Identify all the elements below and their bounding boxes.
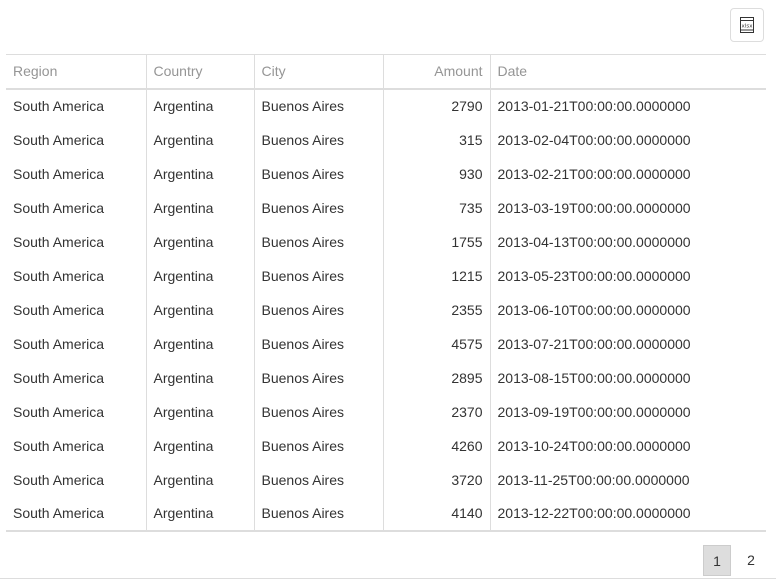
table-row[interactable]: South America Argentina Buenos Aires 2355 20… xyxy=(6,292,766,327)
city-cell: Buenos Aires xyxy=(254,156,384,191)
export-xlsx-button[interactable]: xlsx xyxy=(730,8,764,42)
table-row[interactable]: South America Argentina Buenos Aires 930 201… xyxy=(6,156,766,191)
region-cell: South America xyxy=(6,292,147,327)
toolbar: xlsx xyxy=(0,0,776,54)
region-cell: South America xyxy=(6,496,147,532)
date-cell: 2013-04-13T00:00:00.0000000 xyxy=(497,233,691,250)
grid-table: Region Country City Amount Date South Am… xyxy=(6,54,766,532)
country-cell: Argentina xyxy=(146,258,255,293)
xlsx-icon-text: xlsx xyxy=(742,24,754,30)
amount-cell: 2370 xyxy=(383,394,491,429)
amount-cell: 315 xyxy=(383,122,491,157)
city-cell: Buenos Aires xyxy=(254,462,384,497)
city-cell: Buenos Aires xyxy=(254,88,384,123)
country-cell: Argentina xyxy=(146,292,255,327)
column-header-region[interactable]: Region xyxy=(6,54,147,90)
region-cell: South America xyxy=(6,190,147,225)
data-grid: Region Country City Amount Date South Am… xyxy=(6,54,766,532)
country-cell: Argentina xyxy=(146,190,255,225)
country-cell: Argentina xyxy=(146,224,255,259)
region-cell: South America xyxy=(6,258,147,293)
date-cell: 2013-07-21T00:00:00.0000000 xyxy=(497,335,691,352)
region-cell: South America xyxy=(6,224,147,259)
table-row[interactable]: South America Argentina Buenos Aires 315 201… xyxy=(6,122,766,157)
date-cell: 2013-10-24T00:00:00.0000000 xyxy=(497,437,691,454)
pager: 1 2 xyxy=(0,545,776,579)
amount-cell: 930 xyxy=(383,156,491,191)
country-cell: Argentina xyxy=(146,394,255,429)
amount-cell: 4575 xyxy=(383,326,491,361)
amount-cell: 2355 xyxy=(383,292,491,327)
region-cell: South America xyxy=(6,326,147,361)
header-row: Region Country City Amount Date xyxy=(6,54,766,90)
city-cell: Buenos Aires xyxy=(254,190,384,225)
country-cell: Argentina xyxy=(146,156,255,191)
city-cell: Buenos Aires xyxy=(254,292,384,327)
date-cell: 2013-11-25T00:00:00.0000000 xyxy=(497,471,690,488)
amount-cell: 735 xyxy=(383,190,491,225)
date-cell: 2013-03-19T00:00:00.0000000 xyxy=(497,199,691,216)
country-cell: Argentina xyxy=(146,496,255,532)
city-cell: Buenos Aires xyxy=(254,496,384,532)
table-row[interactable]: South America Argentina Buenos Aires 2895 20… xyxy=(6,360,766,395)
table-row[interactable]: South America Argentina Buenos Aires 3720 20… xyxy=(6,462,766,497)
column-header-country[interactable]: Country xyxy=(146,54,255,90)
country-cell: Argentina xyxy=(146,428,255,463)
table-row[interactable]: South America Argentina Buenos Aires 1215 20… xyxy=(6,258,766,293)
date-cell: 2013-09-19T00:00:00.0000000 xyxy=(497,403,691,420)
date-cell: 2013-02-04T00:00:00.0000000 xyxy=(497,131,691,148)
date-cell: 2013-02-21T00:00:00.0000000 xyxy=(497,165,691,182)
amount-cell: 3720 xyxy=(383,462,491,497)
page-button-2[interactable]: 2 xyxy=(737,545,765,576)
amount-cell: 1755 xyxy=(383,224,491,259)
table-row[interactable]: South America Argentina Buenos Aires 735 201… xyxy=(6,190,766,225)
date-cell: 2013-01-21T00:00:00.0000000 xyxy=(497,98,691,114)
table-row[interactable]: South America Argentina Buenos Aires 4260 20… xyxy=(6,428,766,463)
grid-body: South America Argentina Buenos Aires 2790 20… xyxy=(6,88,766,532)
city-cell: Buenos Aires xyxy=(254,326,384,361)
region-cell: South America xyxy=(6,394,147,429)
region-cell: South America xyxy=(6,360,147,395)
date-cell: 2013-08-15T00:00:00.0000000 xyxy=(497,369,691,386)
country-cell: Argentina xyxy=(146,326,255,361)
city-cell: Buenos Aires xyxy=(254,428,384,463)
city-cell: Buenos Aires xyxy=(254,360,384,395)
page-button-1[interactable]: 1 xyxy=(703,545,731,576)
amount-cell: 1215 xyxy=(383,258,491,293)
table-row[interactable]: South America Argentina Buenos Aires 4140 20… xyxy=(6,496,766,532)
country-cell: Argentina xyxy=(146,462,255,497)
amount-cell: 2790 xyxy=(383,88,491,123)
amount-cell: 2895 xyxy=(383,360,491,395)
region-cell: South America xyxy=(6,462,147,497)
city-cell: Buenos Aires xyxy=(254,224,384,259)
date-cell: 2013-05-23T00:00:00.0000000 xyxy=(497,267,691,284)
country-cell: Argentina xyxy=(146,360,255,395)
xlsx-export-icon: xlsx xyxy=(740,17,754,33)
column-header-amount[interactable]: Amount xyxy=(383,54,491,90)
column-header-date[interactable]: Date xyxy=(490,54,766,90)
table-row[interactable]: South America Argentina Buenos Aires 2370 20… xyxy=(6,394,766,429)
city-cell: Buenos Aires xyxy=(254,394,384,429)
amount-cell: 4260 xyxy=(383,428,491,463)
region-cell: South America xyxy=(6,88,147,123)
region-cell: South America xyxy=(6,156,147,191)
city-cell: Buenos Aires xyxy=(254,258,384,293)
column-header-city[interactable]: City xyxy=(254,54,384,90)
table-row[interactable]: South America Argentina Buenos Aires 2790 20… xyxy=(6,88,766,123)
table-row[interactable]: South America Argentina Buenos Aires 4575 20… xyxy=(6,326,766,361)
date-cell: 2013-06-10T00:00:00.0000000 xyxy=(497,301,691,318)
city-cell: Buenos Aires xyxy=(254,122,384,157)
amount-cell: 4140 xyxy=(383,496,491,532)
country-cell: Argentina xyxy=(146,88,255,123)
region-cell: South America xyxy=(6,428,147,463)
date-cell: 2013-12-22T00:00:00.0000000 xyxy=(490,496,766,532)
country-cell: Argentina xyxy=(146,122,255,157)
table-row[interactable]: South America Argentina Buenos Aires 1755 20… xyxy=(6,224,766,259)
region-cell: South America xyxy=(6,122,147,157)
